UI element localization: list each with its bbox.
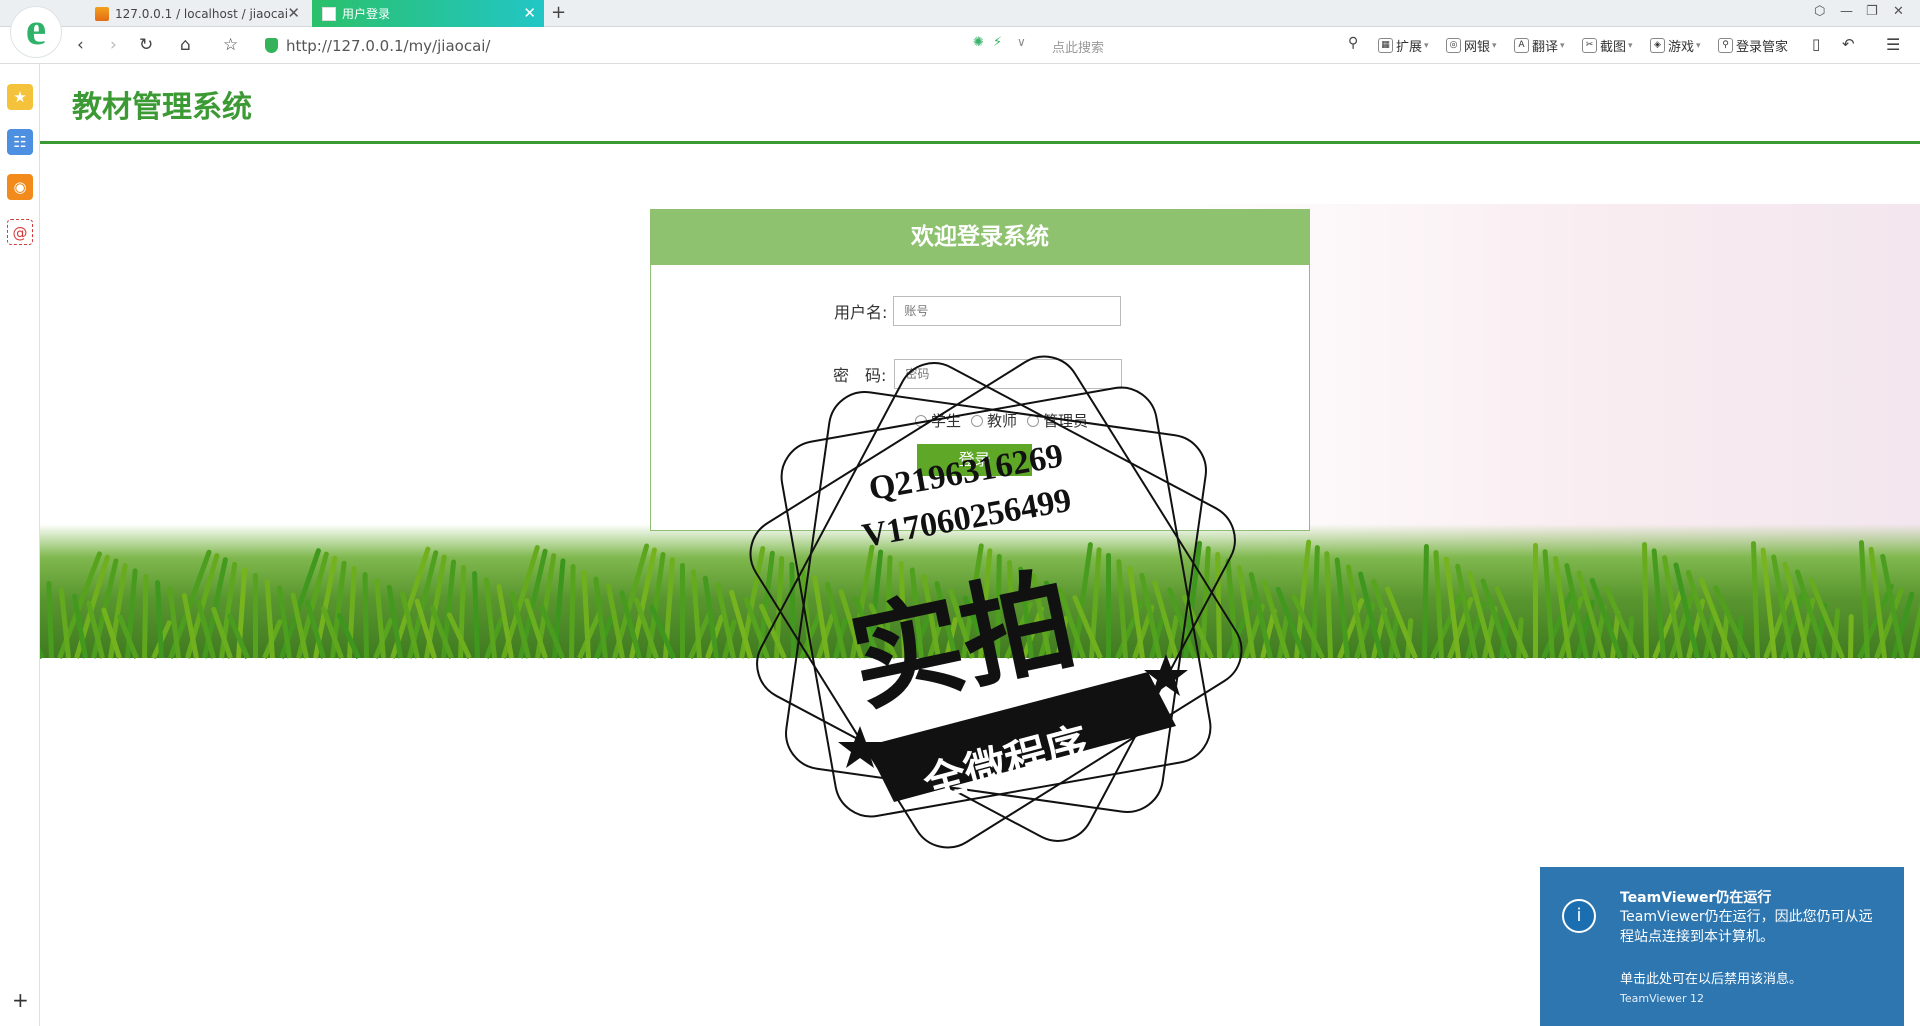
login-manager-icon: ⚲ bbox=[1718, 38, 1733, 53]
search-icon[interactable]: ⚲ bbox=[1348, 35, 1358, 51]
close-tab-icon[interactable]: ✕ bbox=[523, 4, 536, 22]
grass-blade bbox=[1750, 540, 1760, 659]
watermark-stamp: Q2196316269 V17060256499 实拍 全微程序 bbox=[749, 355, 1243, 849]
grass-blade bbox=[679, 563, 685, 658]
grass-blade bbox=[45, 580, 54, 659]
skin-icon[interactable]: ⬡ bbox=[1814, 4, 1825, 19]
login-heading: 欢迎登录系统 bbox=[651, 210, 1309, 265]
tab-label: 用户登录 bbox=[342, 7, 391, 21]
phpmyadmin-icon bbox=[95, 6, 109, 21]
add-sidebar-item-button[interactable]: + bbox=[12, 988, 29, 1012]
username-input[interactable] bbox=[893, 296, 1122, 326]
toolbar-games[interactable]: ◈ 游戏 ▾ bbox=[1650, 36, 1701, 55]
username-label: 用户名: bbox=[834, 303, 888, 322]
grass-blade bbox=[1421, 543, 1429, 659]
grass-blade bbox=[362, 571, 370, 659]
browser-tab-bar: 127.0.0.1 / localhost / jiaocai ✕ 用户登录 ✕… bbox=[0, 0, 1920, 27]
info-icon: i bbox=[1562, 899, 1596, 933]
grass-blade bbox=[1542, 549, 1555, 659]
grass-blade bbox=[1324, 550, 1334, 659]
page-icon bbox=[322, 6, 336, 21]
grass-blade bbox=[483, 577, 498, 659]
menu-icon[interactable]: ☰ bbox=[1886, 35, 1900, 54]
grass-blade bbox=[1433, 550, 1444, 659]
home-button[interactable]: ⌂ bbox=[180, 35, 191, 55]
browser-logo[interactable]: e bbox=[10, 6, 62, 58]
address-bar[interactable]: http://127.0.0.1/my/jiaocai/ bbox=[265, 32, 1025, 59]
reload-button[interactable]: ↻ bbox=[139, 35, 153, 55]
grass-blade bbox=[471, 570, 481, 659]
toolbar-bank[interactable]: ◎ 网银 ▾ bbox=[1446, 36, 1497, 55]
notification-product: TeamViewer 12 bbox=[1620, 992, 1704, 1005]
weibo-icon[interactable]: ◉ bbox=[7, 174, 33, 200]
grass-blade bbox=[1848, 613, 1855, 659]
tab-label: 127.0.0.1 / localhost / jiaocai bbox=[115, 6, 289, 21]
close-tab-icon[interactable]: ✕ bbox=[287, 4, 300, 22]
favorites-star-icon[interactable]: ★ bbox=[7, 84, 33, 110]
grass-blade bbox=[374, 578, 387, 659]
grass-blade bbox=[1532, 543, 1538, 658]
restore-button[interactable]: ❐ bbox=[1866, 4, 1878, 19]
toolbar-screenshot[interactable]: ✂ 截图 ▾ bbox=[1582, 36, 1633, 55]
grass-blade bbox=[142, 573, 149, 659]
browser-sidebar: ★ ☷ ◉ @ + bbox=[0, 64, 40, 1026]
toolbar-extensions[interactable]: ▦ 扩展 ▾ bbox=[1378, 36, 1429, 55]
notification-action[interactable]: 单击此处可在以后禁用该消息。 bbox=[1620, 968, 1802, 987]
search-engine-dropdown-icon[interactable]: ∨ bbox=[1017, 35, 1026, 49]
reader-mode-icon[interactable]: ▯ bbox=[1812, 35, 1820, 53]
grass-blade bbox=[40, 620, 45, 660]
reading-list-icon[interactable]: ☷ bbox=[7, 129, 33, 155]
navigation-bar: ‹ › ↻ ⌂ ☆ http://127.0.0.1/my/jiaocai/ ✺… bbox=[0, 27, 1920, 64]
games-icon: ◈ bbox=[1650, 38, 1665, 53]
lightning-icon[interactable]: ⚡ bbox=[993, 35, 1002, 50]
site-title: 教材管理系统 bbox=[72, 90, 252, 125]
bank-icon: ◎ bbox=[1446, 38, 1461, 53]
toolbar-login-manager[interactable]: ⚲ 登录管家 bbox=[1718, 36, 1788, 55]
back-button[interactable]: ‹ bbox=[77, 35, 84, 55]
grass-blade bbox=[568, 563, 576, 659]
close-window-button[interactable]: ✕ bbox=[1893, 4, 1904, 19]
screenshot-icon: ✂ bbox=[1582, 38, 1597, 53]
minimize-button[interactable]: — bbox=[1840, 4, 1853, 19]
mail-icon[interactable]: @ bbox=[7, 219, 33, 245]
bookmark-star-icon[interactable]: ☆ bbox=[223, 35, 238, 55]
grass-blade bbox=[1641, 541, 1649, 659]
forward-button[interactable]: › bbox=[110, 35, 117, 55]
header-divider bbox=[40, 141, 1920, 144]
tab-user-login[interactable]: 用户登录 ✕ bbox=[312, 0, 544, 27]
secure-shield-icon bbox=[265, 38, 278, 53]
search-input[interactable]: 点此搜索 bbox=[1052, 37, 1352, 56]
speed-icon[interactable]: ✺ bbox=[973, 35, 984, 50]
translate-icon: A bbox=[1514, 38, 1529, 53]
undo-close-icon[interactable]: ↶ bbox=[1842, 35, 1855, 53]
new-tab-button[interactable]: + bbox=[551, 2, 566, 23]
tab-phpmyadmin[interactable]: 127.0.0.1 / localhost / jiaocai ✕ bbox=[85, 0, 308, 27]
extensions-icon: ▦ bbox=[1378, 38, 1393, 53]
notification-title: TeamViewer仍在运行 bbox=[1620, 890, 1772, 906]
toolbar-translate[interactable]: A 翻译 ▾ bbox=[1514, 36, 1565, 55]
notification-body: TeamViewer仍在运行，因此您仍可从远程站点连接到本计算机。 bbox=[1620, 909, 1873, 945]
grass-blade bbox=[253, 573, 259, 658]
teamviewer-notification[interactable]: i TeamViewer仍在运行 TeamViewer仍在运行，因此您仍可从远程… bbox=[1540, 867, 1904, 1026]
url-text: http://127.0.0.1/my/jiaocai/ bbox=[286, 36, 491, 55]
